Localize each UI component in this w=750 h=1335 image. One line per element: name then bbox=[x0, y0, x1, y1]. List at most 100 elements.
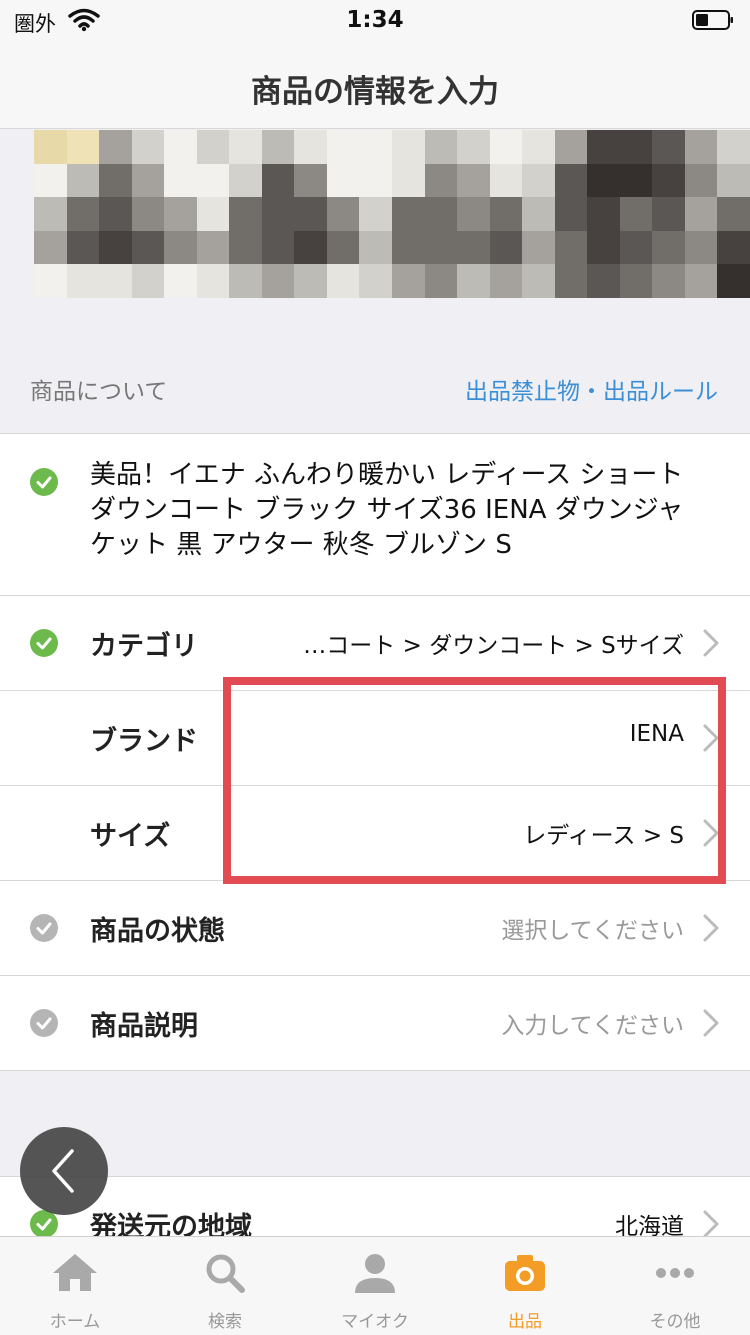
photo-mosaic-tile bbox=[587, 264, 620, 298]
photo-mosaic-tile bbox=[652, 230, 685, 265]
photo-mosaic-tile bbox=[554, 130, 588, 164]
photo-mosaic-tile bbox=[164, 230, 197, 265]
category-value: …コート > ダウンコート > Sサイズ bbox=[303, 633, 684, 659]
photo-mosaic-tile bbox=[587, 130, 620, 164]
photo-mosaic-tile bbox=[457, 163, 490, 198]
photo-mosaic-tile bbox=[489, 230, 523, 265]
photo-mosaic-tile bbox=[131, 230, 165, 265]
chevron-left-icon bbox=[52, 1149, 74, 1193]
photo-mosaic-tile bbox=[66, 230, 100, 265]
photo-mosaic-tile bbox=[522, 230, 555, 265]
condition-label: 商品の状態 bbox=[90, 916, 225, 947]
description-placeholder: 入力してください bbox=[501, 1013, 684, 1039]
photo-mosaic-tile bbox=[457, 130, 490, 164]
photo-mosaic-tile bbox=[99, 230, 132, 265]
photo-mosaic-tile bbox=[392, 130, 425, 164]
photo-mosaic-tile bbox=[652, 264, 685, 298]
photo-mosaic-tile bbox=[34, 163, 67, 198]
description-row[interactable]: 商品説明 入力してください bbox=[0, 976, 750, 1071]
photo-mosaic-tile bbox=[619, 197, 653, 231]
tab-more-label: その他 bbox=[649, 1312, 701, 1332]
photo-mosaic-tile bbox=[424, 130, 458, 164]
photo-mosaic-tile bbox=[359, 230, 392, 265]
photo-mosaic-tile bbox=[522, 197, 555, 231]
photo-mosaic-tile bbox=[164, 197, 197, 231]
photo-mosaic-tile bbox=[619, 264, 653, 298]
check-incomplete-icon bbox=[30, 914, 58, 942]
status-time: 1:34 bbox=[346, 7, 404, 33]
condition-row[interactable]: 商品の状態 選択してください bbox=[0, 881, 750, 976]
listing-title-text: 美品！イエナ ふんわり暖かい レディース ショートダウンコート ブラック サイズ… bbox=[90, 460, 684, 560]
photo-mosaic-tile bbox=[392, 230, 425, 265]
listing-title-row[interactable]: 美品！イエナ ふんわり暖かい レディース ショートダウンコート ブラック サイズ… bbox=[0, 433, 750, 596]
tab-home[interactable]: ホーム bbox=[0, 1237, 150, 1335]
photo-mosaic-tile bbox=[261, 230, 295, 265]
photo-mosaic-tile bbox=[196, 197, 230, 231]
photo-mosaic-tile bbox=[99, 163, 132, 198]
photo-mosaic-tile bbox=[326, 130, 360, 164]
photo-mosaic-tile bbox=[684, 163, 718, 198]
back-button[interactable] bbox=[20, 1127, 108, 1215]
photo-mosaic-tile bbox=[359, 163, 392, 198]
chevron-right-icon bbox=[703, 914, 719, 942]
photo-mosaic-tile bbox=[229, 264, 262, 298]
photo-mosaic-tile bbox=[424, 230, 458, 265]
tab-search-label: 検索 bbox=[208, 1312, 242, 1332]
search-icon bbox=[206, 1254, 245, 1293]
photo-mosaic-tile bbox=[392, 163, 425, 198]
photo-mosaic-tile bbox=[131, 130, 165, 164]
photo-mosaic-tile bbox=[261, 163, 295, 198]
photo-mosaic-tile bbox=[229, 230, 262, 265]
photo-mosaic-tile bbox=[619, 130, 653, 164]
photo-mosaic-tile bbox=[164, 130, 197, 164]
photo-mosaic-tile bbox=[554, 230, 588, 265]
photo-mosaic-tile bbox=[99, 130, 132, 164]
photo-mosaic-tile bbox=[294, 163, 327, 198]
photo-mosaic-tile bbox=[684, 197, 718, 231]
photo-mosaic-tile bbox=[66, 197, 100, 231]
photo-mosaic-tile bbox=[717, 197, 750, 231]
photo-mosaic-tile bbox=[294, 197, 327, 231]
photo-mosaic-tile bbox=[261, 197, 295, 231]
photo-mosaic-tile bbox=[326, 163, 360, 198]
photo-mosaic-tile bbox=[34, 264, 67, 298]
photo-mosaic-tile bbox=[424, 197, 458, 231]
photo-mosaic-tile bbox=[392, 264, 425, 298]
photo-mosaic-tile bbox=[66, 130, 100, 164]
photo-mosaic-tile bbox=[326, 197, 360, 231]
section-label: 商品について bbox=[30, 379, 168, 405]
photo-mosaic-tile bbox=[489, 130, 523, 164]
camera-icon bbox=[505, 1255, 545, 1291]
product-photo-strip[interactable] bbox=[34, 130, 750, 298]
tab-home-label: ホーム bbox=[49, 1312, 101, 1332]
photo-mosaic-tile bbox=[66, 264, 100, 298]
photo-mosaic-tile bbox=[457, 264, 490, 298]
photo-mosaic-tile bbox=[196, 130, 230, 164]
check-complete-icon bbox=[30, 629, 58, 657]
photo-mosaic-tile bbox=[196, 163, 230, 198]
tab-search[interactable]: 検索 bbox=[150, 1237, 300, 1335]
more-icon bbox=[656, 1268, 694, 1278]
photo-mosaic-tile bbox=[131, 264, 165, 298]
photo-mosaic-tile bbox=[359, 197, 392, 231]
photo-mosaic-tile bbox=[229, 197, 262, 231]
tab-sell[interactable]: 出品 bbox=[450, 1237, 600, 1335]
highlight-box bbox=[223, 677, 726, 884]
photo-mosaic-tile bbox=[652, 197, 685, 231]
tab-more[interactable]: その他 bbox=[600, 1237, 750, 1335]
prohibited-items-rules-link[interactable]: 出品禁止物・出品ルール bbox=[465, 372, 718, 406]
home-icon bbox=[53, 1254, 97, 1291]
photo-mosaic-tile bbox=[229, 130, 262, 164]
photo-mosaic-tile bbox=[619, 163, 653, 198]
photo-mosaic-tile bbox=[326, 264, 360, 298]
status-bar: 圏外 1:34 bbox=[0, 0, 750, 40]
photo-mosaic-tile bbox=[587, 197, 620, 231]
photo-mosaic-tile bbox=[66, 163, 100, 198]
tab-my-auction[interactable]: マイオク bbox=[300, 1237, 450, 1335]
person-icon bbox=[355, 1254, 395, 1293]
photo-mosaic-tile bbox=[424, 264, 458, 298]
photo-mosaic-tile bbox=[684, 230, 718, 265]
photo-mosaic-tile bbox=[99, 197, 132, 231]
check-complete-icon bbox=[30, 468, 58, 496]
photo-mosaic-tile bbox=[652, 130, 685, 164]
